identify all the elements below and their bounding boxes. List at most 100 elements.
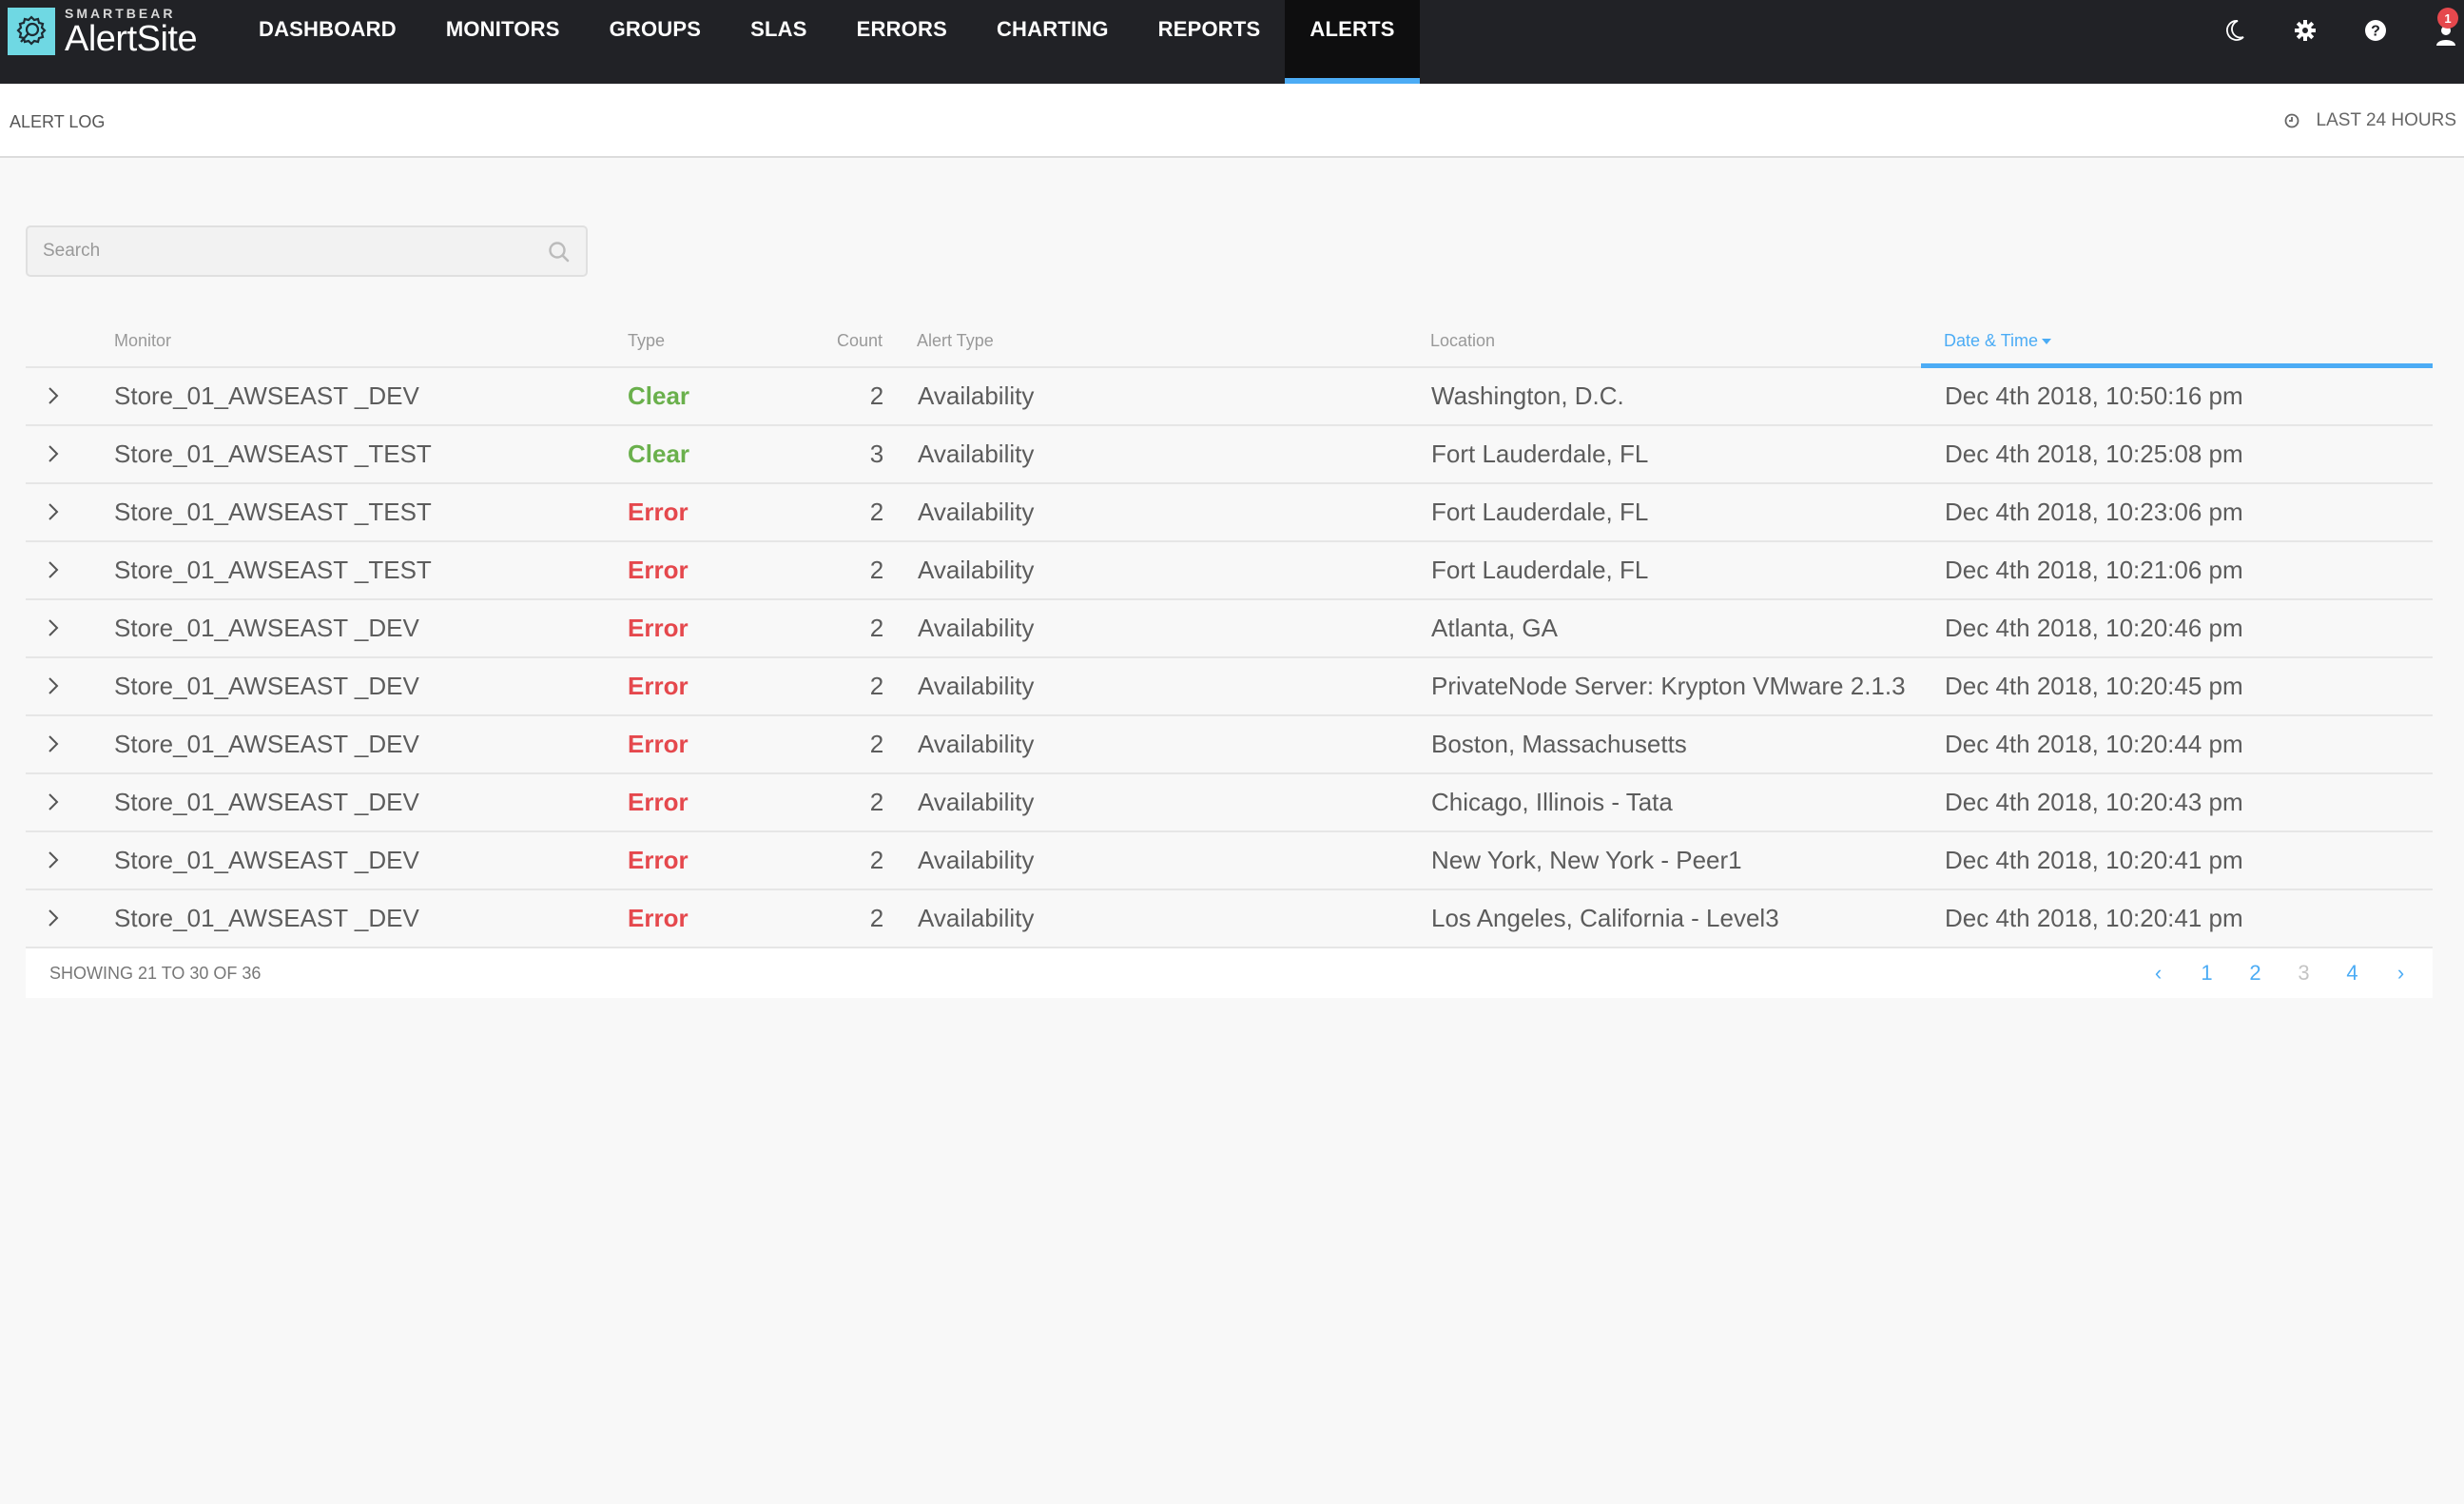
location: Boston, Massachusetts [1431, 730, 1687, 758]
nav-item-errors[interactable]: ERRORS [832, 0, 972, 84]
page-1-button[interactable]: 1 [2183, 961, 2231, 986]
search-input[interactable] [28, 227, 586, 275]
nav-item-monitors[interactable]: MONITORS [421, 0, 585, 84]
table-row[interactable]: Store_01_AWSEAST _DEV Error 2 Availability N… [26, 832, 2433, 890]
table-row[interactable]: Store_01_AWSEAST _DEV Error 2 Availability C… [26, 774, 2433, 832]
nav-item-slas[interactable]: SLAS [726, 0, 831, 84]
alert-type: Availability [918, 904, 1035, 932]
alert-count: 2 [869, 788, 884, 816]
alert-type: Availability [918, 556, 1035, 584]
next-page-button[interactable]: › [2377, 961, 2425, 986]
date-time: Dec 4th 2018, 10:20:46 pm [1945, 614, 2243, 642]
alert-count: 2 [869, 381, 884, 410]
alert-type: Availability [918, 439, 1035, 468]
monitor-name[interactable]: Store_01_AWSEAST _TEST [114, 439, 432, 469]
logo[interactable]: SMARTBEAR AlertSite [8, 7, 198, 57]
expand-row-chevron-icon[interactable] [47, 733, 60, 754]
alert-status: Error [628, 672, 689, 700]
date-time: Dec 4th 2018, 10:25:08 pm [1945, 439, 2243, 468]
location: PrivateNode Server: Krypton VMware 2.1.3 [1431, 672, 1906, 700]
alert-type: Availability [918, 614, 1035, 642]
table-row[interactable]: Store_01_AWSEAST _TEST Error 2 Availability… [26, 484, 2433, 542]
alert-status: Error [628, 846, 689, 874]
search-box [26, 225, 588, 277]
sort-descending-icon [2042, 339, 2052, 345]
date-time: Dec 4th 2018, 10:20:44 pm [1945, 730, 2243, 758]
notification-badge: 1 [2437, 8, 2458, 29]
alert-type: Availability [918, 498, 1035, 526]
monitor-name[interactable]: Store_01_AWSEAST _DEV [114, 846, 419, 875]
table-body: Store_01_AWSEAST _DEV Clear 2 Availability W… [26, 368, 2433, 948]
dark-mode-toggle[interactable] [2200, 0, 2270, 61]
alert-log-table: Monitor Type Count Alert Type Location D… [26, 314, 2433, 998]
alert-status: Error [628, 904, 689, 932]
monitor-name[interactable]: Store_01_AWSEAST _DEV [114, 730, 419, 759]
time-range-label: LAST 24 HOURS [2316, 110, 2456, 130]
expand-row-chevron-icon[interactable] [47, 791, 60, 812]
table-row[interactable]: Store_01_AWSEAST _DEV Error 2 Availability P… [26, 658, 2433, 716]
date-time: Dec 4th 2018, 10:20:43 pm [1945, 788, 2243, 816]
expand-row-chevron-icon[interactable] [47, 501, 60, 522]
date-time: Dec 4th 2018, 10:20:41 pm [1945, 846, 2243, 874]
table-row[interactable]: Store_01_AWSEAST _DEV Error 2 Availability A… [26, 600, 2433, 658]
nav-item-reports[interactable]: REPORTS [1134, 0, 1286, 84]
alert-count: 2 [869, 672, 884, 700]
expand-row-chevron-icon[interactable] [47, 385, 60, 406]
nav-item-charting[interactable]: CHARTING [972, 0, 1134, 84]
time-range-selector[interactable]: LAST 24 HOURS [2284, 110, 2456, 131]
table-footer: SHOWING 21 TO 30 OF 36 ‹ 1 2 3 4 › [26, 948, 2433, 998]
results-summary: SHOWING 21 TO 30 OF 36 [49, 964, 262, 983]
settings-button[interactable] [2270, 0, 2340, 61]
nav-item-alerts[interactable]: ALERTS [1285, 0, 1420, 84]
expand-row-chevron-icon[interactable] [47, 908, 60, 928]
column-header-count[interactable]: Count [837, 331, 883, 351]
location: Fort Lauderdale, FL [1431, 556, 1649, 584]
table-row[interactable]: Store_01_AWSEAST _DEV Error 2 Availability B… [26, 716, 2433, 774]
user-menu-button[interactable]: 1 [2411, 0, 2464, 61]
column-header-monitor[interactable]: Monitor [114, 331, 171, 351]
search-icon[interactable] [548, 241, 571, 264]
location: Atlanta, GA [1431, 614, 1558, 642]
expand-row-chevron-icon[interactable] [47, 617, 60, 638]
table-row[interactable]: Store_01_AWSEAST _DEV Error 2 Availability L… [26, 890, 2433, 948]
page-title: ALERT LOG [10, 112, 106, 131]
page-2-button[interactable]: 2 [2231, 961, 2280, 986]
column-header-date-time[interactable]: Date & Time [1944, 331, 2052, 351]
alert-count: 2 [869, 614, 884, 642]
column-header-alert-type[interactable]: Alert Type [917, 331, 994, 351]
alert-count: 2 [869, 498, 884, 526]
table-row[interactable]: Store_01_AWSEAST _TEST Error 2 Availability… [26, 542, 2433, 600]
expand-row-chevron-icon[interactable] [47, 850, 60, 870]
location: New York, New York - Peer1 [1431, 846, 1742, 874]
column-header-type[interactable]: Type [628, 331, 665, 351]
expand-row-chevron-icon[interactable] [47, 443, 60, 464]
monitor-name[interactable]: Store_01_AWSEAST _DEV [114, 381, 419, 411]
prev-page-button[interactable]: ‹ [2134, 961, 2183, 986]
location: Chicago, Illinois - Tata [1431, 788, 1673, 816]
page-4-button[interactable]: 4 [2328, 961, 2377, 986]
nav-item-dashboard[interactable]: DASHBOARD [234, 0, 421, 84]
page-3-button[interactable]: 3 [2280, 961, 2328, 986]
monitor-name[interactable]: Store_01_AWSEAST _DEV [114, 672, 419, 701]
help-button[interactable]: ? [2340, 0, 2411, 61]
monitor-name[interactable]: Store_01_AWSEAST _DEV [114, 614, 419, 643]
monitor-name[interactable]: Store_01_AWSEAST _TEST [114, 556, 432, 585]
table-row[interactable]: Store_01_AWSEAST _DEV Clear 2 Availability W… [26, 368, 2433, 426]
monitor-name[interactable]: Store_01_AWSEAST _TEST [114, 498, 432, 527]
page-header: ALERT LOG LAST 24 HOURS [0, 84, 2464, 158]
date-time: Dec 4th 2018, 10:21:06 pm [1945, 556, 2243, 584]
alert-type: Availability [918, 788, 1035, 816]
gear-icon [2295, 20, 2316, 41]
nav-item-groups[interactable]: GROUPS [585, 0, 727, 84]
table-header: Monitor Type Count Alert Type Location D… [26, 314, 2433, 368]
table-row[interactable]: Store_01_AWSEAST _TEST Clear 3 Availability… [26, 426, 2433, 484]
expand-row-chevron-icon[interactable] [47, 675, 60, 696]
column-header-location[interactable]: Location [1430, 331, 1495, 351]
monitor-name[interactable]: Store_01_AWSEAST _DEV [114, 904, 419, 933]
alert-count: 3 [869, 439, 884, 468]
location: Fort Lauderdale, FL [1431, 439, 1649, 468]
alert-status: Clear [628, 381, 690, 410]
expand-row-chevron-icon[interactable] [47, 559, 60, 580]
alert-count: 2 [869, 904, 884, 932]
monitor-name[interactable]: Store_01_AWSEAST _DEV [114, 788, 419, 817]
